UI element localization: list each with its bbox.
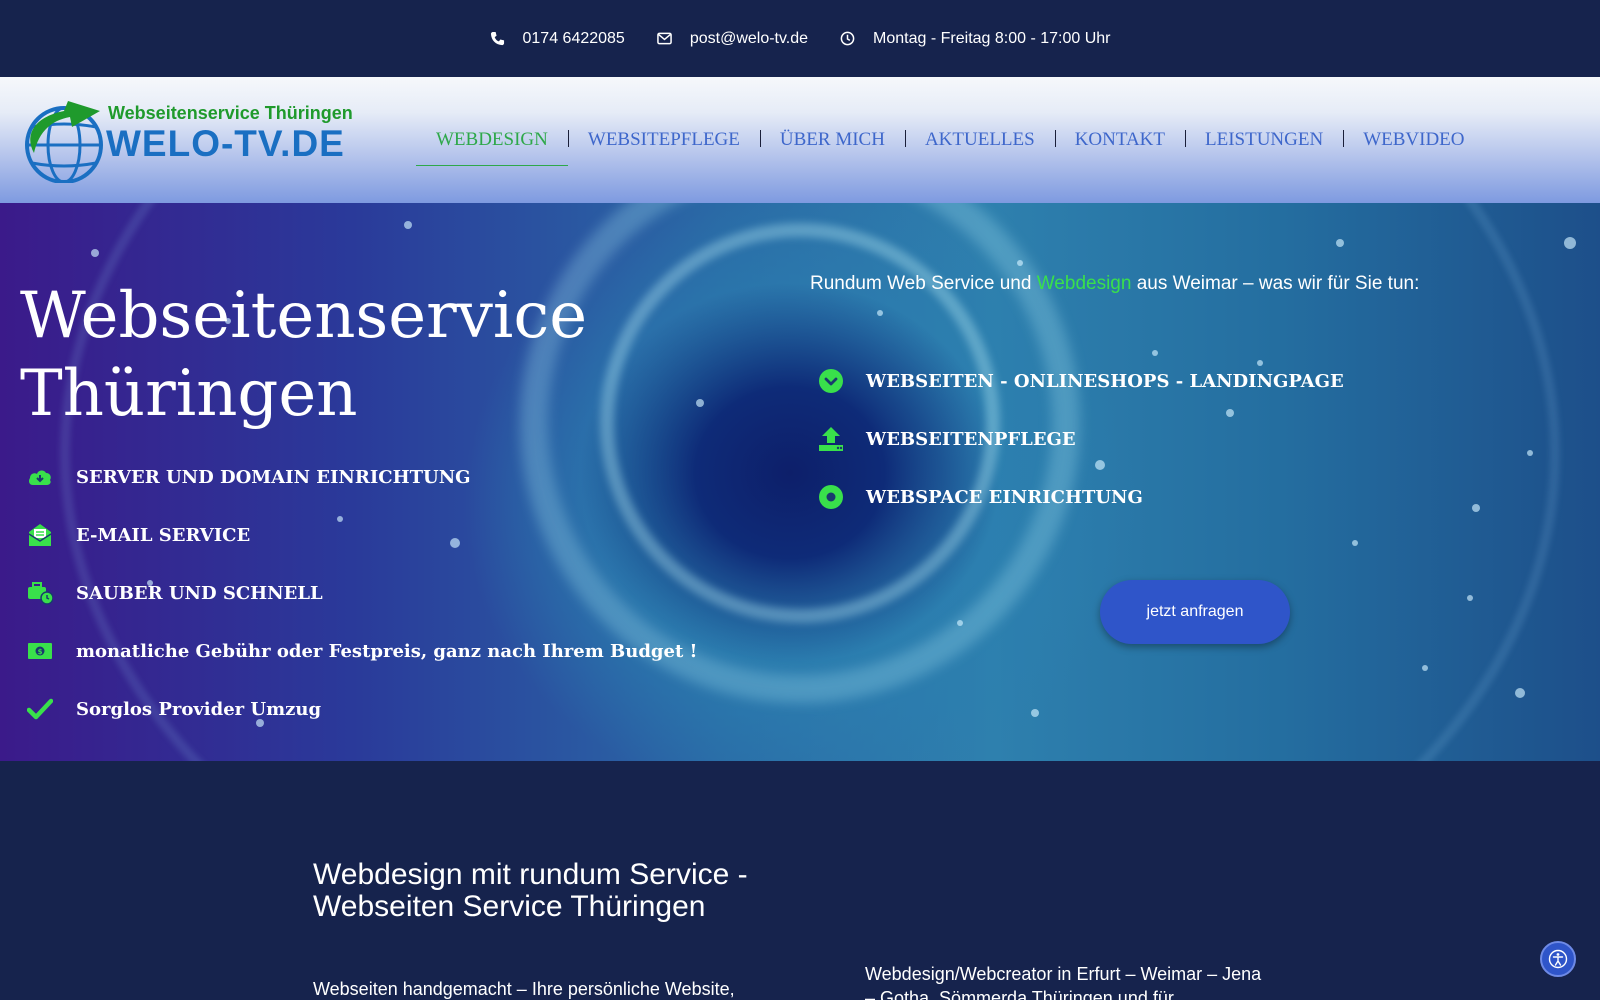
briefcase-clock-icon <box>26 579 54 607</box>
nav-webvideo[interactable]: WEBVIDEO <box>1343 77 1484 203</box>
nav-websitepflege[interactable]: WEBSITEPFLEGE <box>567 77 760 203</box>
phone-number: 0174 6422085 <box>522 29 625 47</box>
feature-item: $ monatliche Gebühr oder Festpreis, ganz… <box>26 637 697 665</box>
nav-webdesign[interactable]: WEBDESIGN <box>416 77 568 203</box>
hero-title: Webseitenservice Thüringen <box>20 277 587 433</box>
intro-highlight-link[interactable]: Webdesign <box>1037 273 1132 294</box>
site-logo[interactable]: Webseitenservice Thüringen WELO-TV.DE <box>20 97 360 183</box>
nav-ueber-mich[interactable]: ÜBER MICH <box>759 77 905 203</box>
nav-leistungen[interactable]: LEISTUNGEN <box>1185 77 1343 203</box>
phone-icon <box>490 31 504 46</box>
email-address: post@welo-tv.de <box>689 29 809 47</box>
upload-icon <box>818 426 844 452</box>
hero-title-line1: Webseitenservice <box>20 279 588 353</box>
feature-item: E-MAIL SERVICE <box>26 521 250 549</box>
feature-label: monatliche Gebühr oder Festpreis, ganz n… <box>76 640 698 662</box>
feature-item: Sorglos Provider Umzug <box>26 695 321 723</box>
opening-hours: Montag - Freitag 8:00 - 17:00 Uhr <box>840 29 1111 48</box>
checkmark-icon <box>26 695 54 723</box>
feature-label: SAUBER UND SCHNELL <box>76 582 323 604</box>
intro-after: aus Weimar – was wir für Sie tun: <box>1131 273 1420 294</box>
logo-name: WELO-TV.DE <box>106 123 345 164</box>
section-paragraph-right: Webdesign/Webcreator in Erfurt – Weimar … <box>865 964 1262 1000</box>
accessibility-button[interactable] <box>1540 941 1576 977</box>
service-item: WEBSPACE EINRICHTUNG <box>818 484 1143 510</box>
phone-contact[interactable]: 0174 6422085 <box>490 30 625 48</box>
section-paragraph-left: Webseiten handgemacht – Ihre persönliche… <box>313 979 735 999</box>
service-label: WEBSEITEN - ONLINESHOPS - LANDINGPAGE <box>866 370 1344 392</box>
logo-tagline: Webseitenservice Thüringen <box>108 103 353 123</box>
main-navigation: WEBDESIGN WEBSITEPFLEGE ÜBER MICH AKTUEL… <box>416 77 1485 203</box>
envelope-open-icon <box>26 521 54 549</box>
feature-item: SERVER UND DOMAIN EINRICHTUNG <box>26 463 471 491</box>
envelope-icon <box>657 32 672 45</box>
feature-label: SERVER UND DOMAIN EINRICHTUNG <box>76 466 471 488</box>
top-contact-bar: 0174 6422085 post@welo-tv.de Montag - Fr… <box>0 0 1600 77</box>
money-bill-icon: $ <box>26 637 54 665</box>
feature-label: Sorglos Provider Umzug <box>76 698 322 720</box>
hero-intro-text: Rundum Web Service und Webdesign aus Wei… <box>810 273 1419 295</box>
clock-icon <box>840 31 855 46</box>
service-label: WEBSEITENPFLEGE <box>866 428 1076 450</box>
service-item: WEBSEITEN - ONLINESHOPS - LANDINGPAGE <box>818 368 1344 394</box>
service-label: WEBSPACE EINRICHTUNG <box>866 486 1143 508</box>
feature-label: E-MAIL SERVICE <box>76 524 251 546</box>
intro-before: Rundum Web Service und <box>810 273 1037 294</box>
feature-item: SAUBER UND SCHNELL <box>26 579 323 607</box>
nav-aktuelles[interactable]: AKTUELLES <box>904 77 1055 203</box>
section-title: Webdesign mit rundum Service - Webseiten… <box>313 858 748 923</box>
globe-arrow-logo-icon <box>25 101 103 183</box>
email-contact[interactable]: post@welo-tv.de <box>657 30 808 48</box>
cloud-download-icon <box>26 463 54 491</box>
service-item: WEBSEITENPFLEGE <box>818 426 1076 452</box>
nav-kontakt[interactable]: KONTAKT <box>1054 77 1185 203</box>
svg-text:$: $ <box>38 648 43 656</box>
jetzt-anfragen-button[interactable]: jetzt anfragen <box>1100 580 1290 644</box>
hours-text: Montag - Freitag 8:00 - 17:00 Uhr <box>873 29 1111 47</box>
hero-section: Webseitenservice Thüringen SERVER UND DO… <box>0 203 1600 761</box>
chevron-circle-icon <box>818 368 844 394</box>
site-header: Webseitenservice Thüringen WELO-TV.DE WE… <box>0 77 1600 203</box>
hero-title-line2: Thüringen <box>20 357 358 431</box>
dot-circle-icon <box>818 484 844 510</box>
accessibility-icon <box>1548 949 1568 969</box>
